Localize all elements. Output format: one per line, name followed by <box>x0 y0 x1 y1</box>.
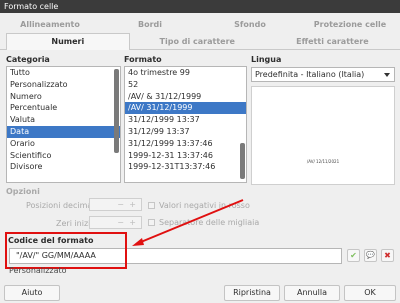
arrow-line <box>135 199 244 245</box>
ok-button[interactable]: OK <box>344 285 396 301</box>
help-button[interactable]: Aiuto <box>4 285 60 301</box>
cancel-button[interactable]: Annulla <box>284 285 340 301</box>
reset-button[interactable]: Ripristina <box>224 285 280 301</box>
confirm-icon[interactable]: ✔ <box>347 249 360 262</box>
comment-icon[interactable]: 💬 <box>364 249 377 262</box>
annotation-highlight-box <box>5 232 127 269</box>
arrow-head <box>132 238 144 246</box>
personalizzato-label: Personalizzato <box>9 266 67 275</box>
delete-icon[interactable]: ✖ <box>381 249 394 262</box>
